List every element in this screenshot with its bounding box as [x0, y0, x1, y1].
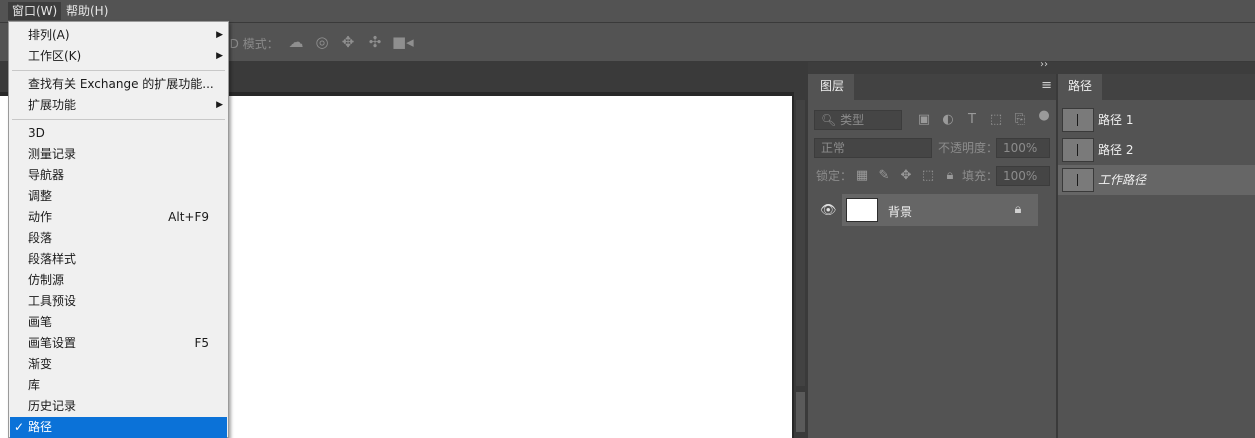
lock-artboard-icon[interactable]: ⬚ — [920, 168, 936, 184]
fill-field[interactable]: 100% — [996, 166, 1050, 186]
panel-dock-header: ›› — [808, 59, 1255, 74]
submenu-arrow-icon: ▶ — [216, 30, 223, 40]
menu-item-navigator[interactable]: 导航器 — [10, 165, 227, 186]
3d-mode-label: 3D 模式： — [222, 37, 279, 51]
menu-item-clone-source[interactable]: 仿制源 — [10, 270, 227, 291]
menu-help[interactable]: 帮助(H) — [62, 2, 112, 20]
menu-item-paragraph[interactable]: 段落 — [10, 228, 227, 249]
menu-item-extensions[interactable]: 扩展功能 ▶ — [10, 95, 227, 116]
menu-item-gradients[interactable]: 渐变 — [10, 354, 227, 375]
shortcut-label: F5 — [194, 336, 209, 350]
path-name: 工作路径 — [1098, 173, 1147, 187]
opacity-field[interactable]: 100% — [996, 138, 1050, 158]
shape-filter-icon[interactable]: ⬚ — [988, 112, 1004, 128]
layer-row[interactable]: 背景 🔒︎ — [842, 194, 1038, 226]
menu-item-brushes[interactable]: 画笔 — [10, 312, 227, 333]
path-thumbnail — [1062, 138, 1094, 162]
checkmark-icon: ✓ — [14, 420, 25, 434]
tab-paths[interactable]: 路径 — [1058, 74, 1103, 102]
scrollbar-thumb[interactable] — [796, 392, 805, 432]
menu-separator — [12, 70, 225, 71]
tab-layers[interactable]: 图层 — [810, 74, 855, 102]
menu-item-measurement-log[interactable]: 测量记录 — [10, 144, 227, 165]
type-filter-icon[interactable]: T — [964, 112, 980, 128]
menu-window[interactable]: 窗口(W) — [8, 2, 62, 20]
pan-icon[interactable]: ✥ — [339, 33, 357, 51]
path-row[interactable]: 路径 1 — [1058, 105, 1255, 135]
submenu-arrow-icon: ▶ — [216, 100, 223, 110]
video-camera-icon[interactable]: ■◂ — [392, 33, 414, 51]
visibility-eye-icon[interactable]: 👁︎ — [820, 203, 837, 219]
path-row-selected[interactable]: 工作路径 — [1058, 165, 1255, 195]
smart-object-filter-icon[interactable]: ⎘ — [1012, 112, 1028, 128]
submenu-arrow-icon: ▶ — [216, 51, 223, 61]
window-menu-dropdown: 排列(A) ▶ 工作区(K) ▶ 查找有关 Exchange 的扩展功能... 扩展… — [8, 21, 229, 438]
path-row[interactable]: 路径 2 — [1058, 135, 1255, 165]
lock-image-icon[interactable]: ✎ — [876, 168, 892, 184]
menu-item-history[interactable]: 历史记录 — [10, 396, 227, 417]
menu-bar: 窗口(W) 帮助(H) — [0, 0, 1255, 23]
menu-item-tool-presets[interactable]: 工具预设 — [10, 291, 227, 312]
path-thumbnail — [1062, 108, 1094, 132]
layer-thumbnail — [846, 198, 878, 222]
slide-icon[interactable]: ✣ — [366, 33, 384, 51]
menu-item-actions[interactable]: 动作 Alt+F9 — [10, 207, 227, 228]
layers-tab-bar: 图层 ≡ — [810, 74, 1056, 102]
menu-item-brush-settings[interactable]: 画笔设置 F5 — [10, 333, 227, 354]
panel-menu-icon[interactable]: ≡ — [1041, 78, 1052, 93]
layer-filter-select[interactable]: 🔍︎ 类型 — [814, 110, 902, 130]
orbit-icon[interactable]: ☁ — [287, 33, 305, 51]
lock-label: 锁定： — [816, 169, 853, 183]
scrollbar-track[interactable] — [796, 100, 805, 386]
opacity-label: 不透明度： — [938, 141, 999, 155]
filter-toggle-icon[interactable]: ● — [1036, 108, 1052, 124]
menu-item-workspace[interactable]: 工作区(K) ▶ — [10, 46, 227, 67]
menu-item-libraries[interactable]: 库 — [10, 375, 227, 396]
blend-mode-select[interactable]: 正常 — [814, 138, 932, 158]
path-name: 路径 2 — [1098, 143, 1134, 157]
menu-item-paths[interactable]: ✓ 路径 — [10, 417, 227, 438]
lock-position-icon[interactable]: ✥ — [898, 168, 914, 184]
paths-tab-bar: 路径 — [1058, 74, 1255, 102]
fill-label: 填充： — [962, 169, 999, 183]
layer-name: 背景 — [888, 205, 913, 219]
menu-item-3d[interactable]: 3D — [10, 123, 227, 144]
adjustment-filter-icon[interactable]: ◐ — [940, 112, 956, 128]
lock-all-icon[interactable]: 🔒︎ — [942, 168, 958, 184]
search-icon: 🔍︎ — [821, 113, 837, 127]
path-thumbnail — [1062, 168, 1094, 192]
menu-item-adjustments[interactable]: 调整 — [10, 186, 227, 207]
paths-panel: 路径 路径 1 路径 2 工作路径 — [1058, 74, 1255, 438]
filter-type-value: 类型 — [840, 113, 865, 127]
vertical-scrollbar[interactable] — [794, 92, 808, 438]
layer-lock-icon: 🔒︎ — [1014, 202, 1022, 217]
shortcut-label: Alt+F9 — [168, 210, 209, 224]
menu-separator — [12, 119, 225, 120]
menu-item-find-exchange[interactable]: 查找有关 Exchange 的扩展功能... — [10, 74, 227, 95]
collapse-panels-icon[interactable]: ›› — [1040, 59, 1048, 70]
roll-icon[interactable]: ◎ — [313, 33, 331, 51]
lock-transparency-icon[interactable]: ▦ — [854, 168, 870, 184]
menu-item-arrange[interactable]: 排列(A) ▶ — [10, 25, 227, 46]
layers-panel: 图层 ≡ 🔍︎ 类型 ▣ ◐ T ⬚ ⎘ ● 正常 不透明度： 100% 锁定：… — [810, 74, 1058, 438]
pixel-filter-icon[interactable]: ▣ — [916, 112, 932, 128]
path-name: 路径 1 — [1098, 113, 1134, 127]
menu-item-paragraph-styles[interactable]: 段落样式 — [10, 249, 227, 270]
